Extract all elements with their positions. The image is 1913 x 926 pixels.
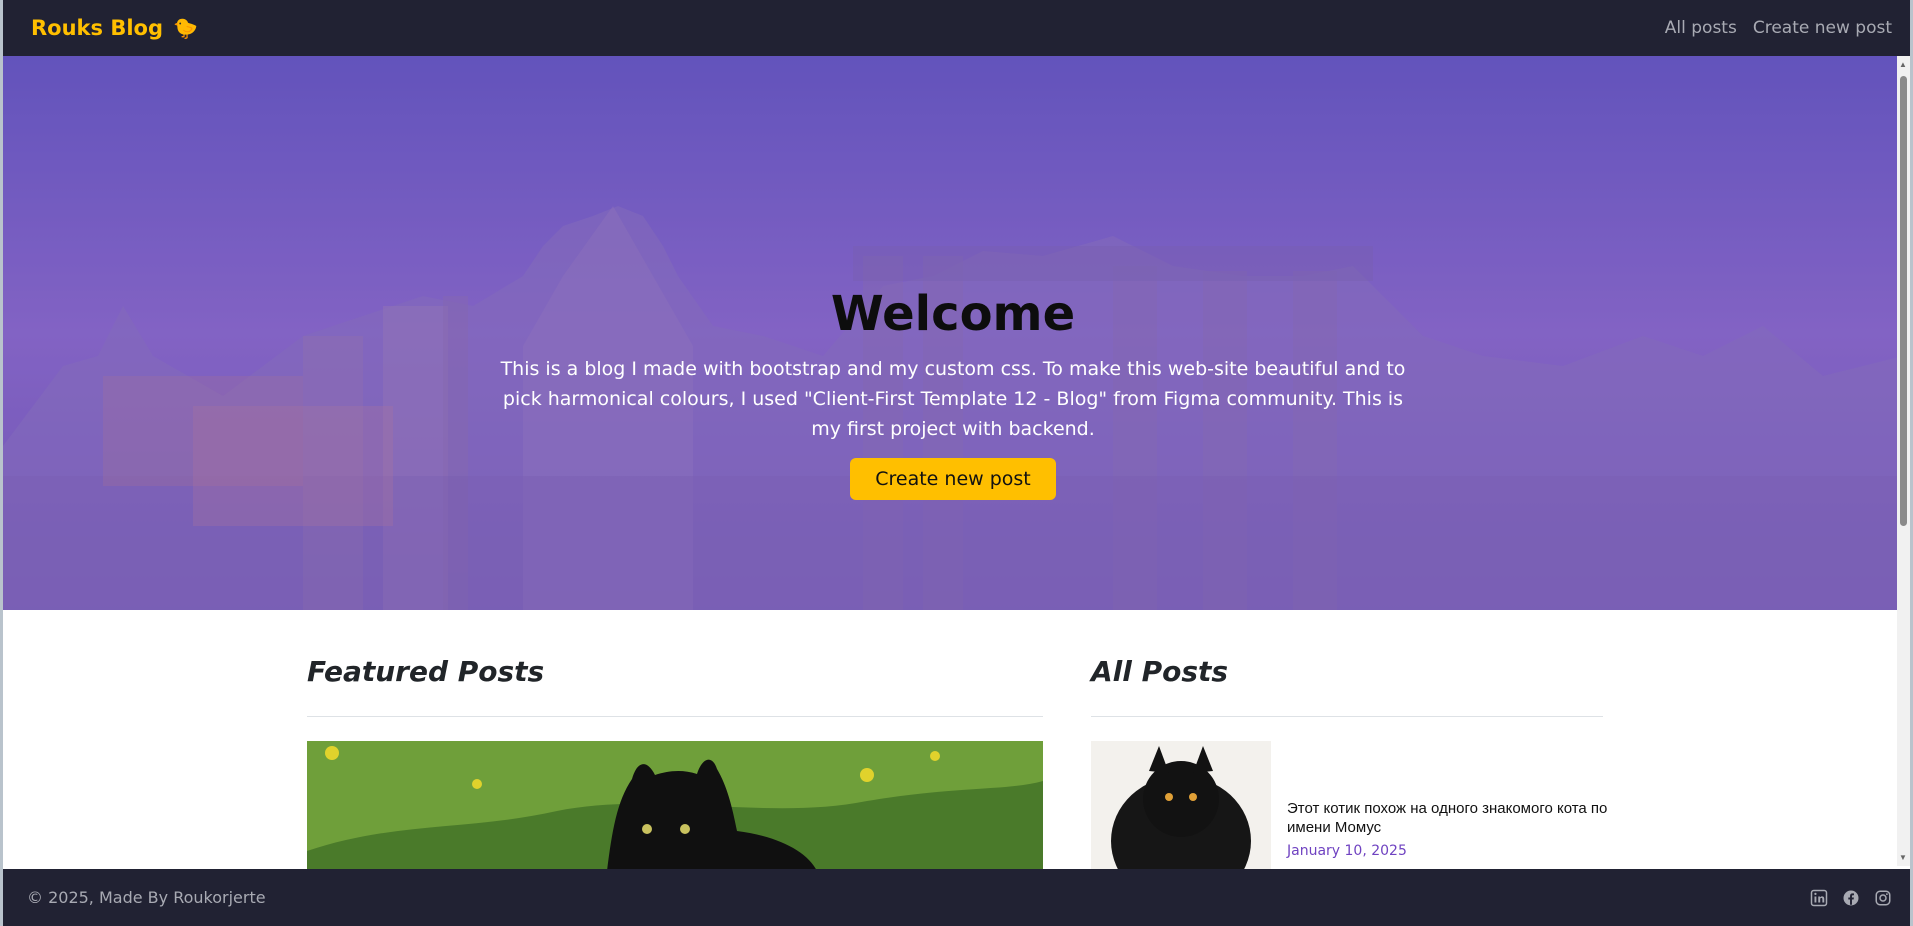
brand-name: Rouks Blog: [31, 16, 163, 40]
featured-post-image[interactable]: [307, 741, 1043, 871]
nav-links: All posts Create new post: [1665, 18, 1892, 38]
scroll-down-arrow-icon[interactable]: ▼: [1899, 853, 1907, 862]
black-cat-image: [1091, 741, 1271, 871]
nav-create-new-post[interactable]: Create new post: [1753, 18, 1892, 38]
featured-posts-title: Featured Posts: [307, 655, 545, 688]
post-thumbnail[interactable]: [1091, 741, 1271, 871]
hero-title: Welcome: [830, 286, 1076, 342]
footer: © 2025, Made By Roukorjerte: [3, 869, 1910, 926]
post-title[interactable]: Этот котик похож на одного знакомого кот…: [1287, 799, 1617, 837]
navbar: Rouks Blog 🐤 All posts Create new post: [3, 0, 1910, 56]
create-new-post-button[interactable]: Create new post: [850, 458, 1056, 500]
scroll-up-arrow-icon[interactable]: ▲: [1899, 60, 1907, 69]
post-date: January 10, 2025: [1287, 843, 1407, 859]
vertical-scrollbar[interactable]: ▲ ▼: [1897, 56, 1910, 866]
nav-all-posts[interactable]: All posts: [1665, 18, 1737, 38]
instagram-icon[interactable]: [1874, 889, 1892, 907]
scroll-thumb[interactable]: [1900, 76, 1907, 526]
all-posts-title: All Posts: [1091, 655, 1229, 688]
featured-divider: [307, 716, 1043, 717]
all-posts-divider: [1091, 716, 1603, 717]
facebook-icon[interactable]: [1842, 889, 1860, 907]
hero-content: Welcome This is a blog I made with boots…: [3, 286, 1903, 500]
chick-icon: 🐤: [173, 17, 198, 40]
brand-link[interactable]: Rouks Blog 🐤: [31, 16, 198, 41]
black-cat-in-grass-image: [307, 741, 1043, 871]
hero: Welcome This is a blog I made with boots…: [3, 56, 1903, 610]
social-links: [1810, 889, 1892, 907]
linkedin-icon[interactable]: [1810, 889, 1828, 907]
hero-description: This is a blog I made with bootstrap and…: [500, 358, 1406, 440]
footer-copyright: © 2025, Made By Roukorjerte: [27, 888, 266, 907]
